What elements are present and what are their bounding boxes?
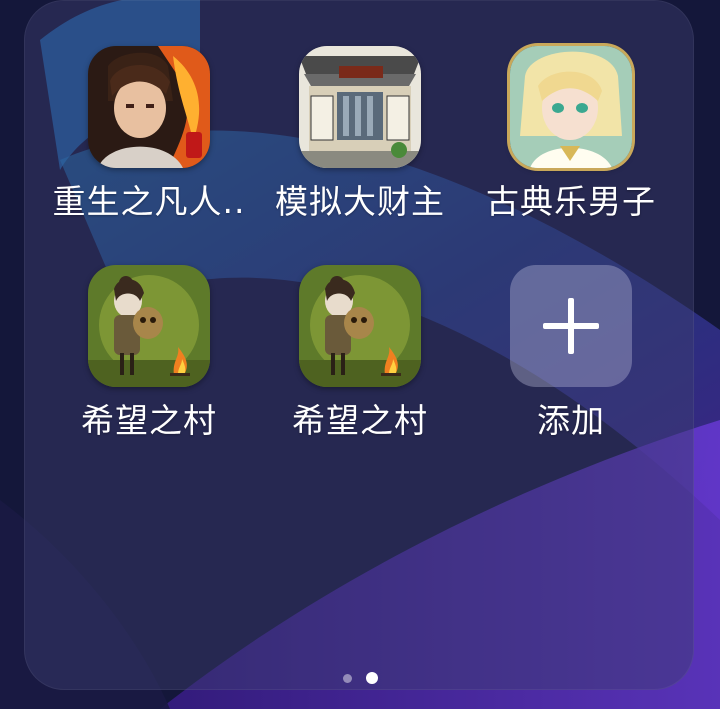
app-label: 古典乐男子 — [486, 182, 656, 221]
anime-cultivator-icon — [88, 46, 210, 168]
app-label: 模拟大财主 — [275, 182, 445, 221]
app-village-of-hope-2[interactable]: 希望之村 — [255, 265, 465, 465]
app-label: 希望之村 — [81, 401, 217, 440]
village-girl-campfire-icon — [88, 265, 210, 387]
app-classical-boy[interactable]: 古典乐男子 — [466, 46, 676, 246]
add-app-button[interactable]: 添加 — [466, 265, 676, 465]
app-rich-merchant[interactable]: 模拟大财主 — [255, 46, 465, 246]
page-dot[interactable] — [342, 673, 352, 683]
village-girl-campfire-icon — [299, 265, 421, 387]
app-label: 重生之凡人.. — [52, 182, 246, 221]
app-cultivator[interactable]: 重生之凡人.. — [44, 46, 254, 246]
blonde-anime-boy-icon — [510, 46, 632, 168]
app-label: 希望之村 — [292, 401, 428, 440]
page-dot-active[interactable] — [365, 672, 378, 684]
home-screen: 重生之凡人.. 模拟大财主 古典乐男子 希望之村 希望之村 添加 — [0, 0, 720, 709]
chinese-shop-icon — [299, 46, 421, 168]
page-indicator — [0, 672, 720, 684]
plus-icon — [510, 265, 632, 387]
app-label: 添加 — [537, 401, 605, 440]
app-village-of-hope[interactable]: 希望之村 — [44, 265, 254, 465]
